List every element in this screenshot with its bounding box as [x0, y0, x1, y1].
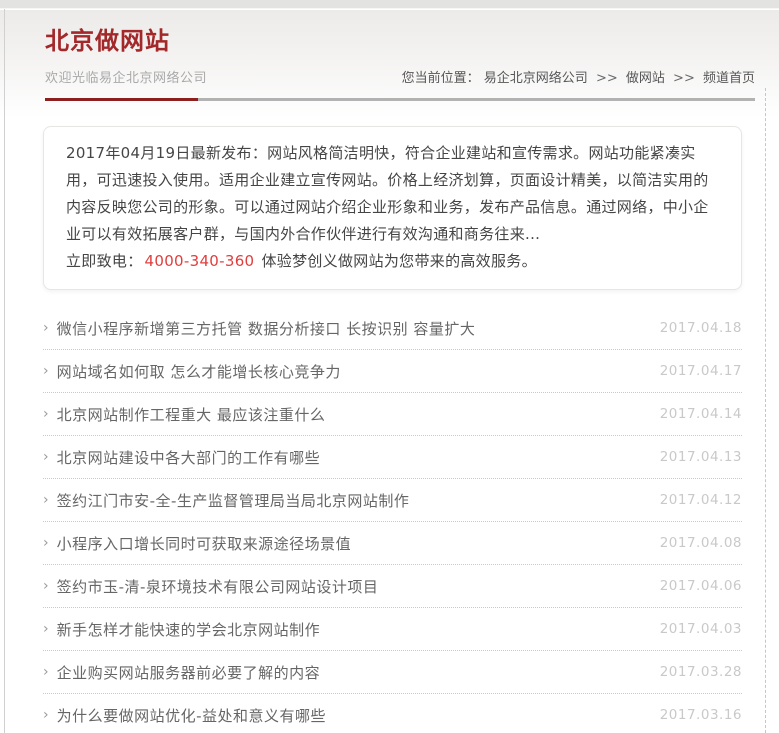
page-header: 北京做网站 欢迎光临易企北京网络公司 您当前位置： 易企北京网络公司 >> 做网…: [45, 0, 755, 101]
chevron-right-icon: ›: [43, 407, 49, 421]
article-date: 2017.04.08: [660, 535, 742, 551]
call-to-action-prefix: 立即致电：: [66, 252, 143, 270]
list-item[interactable]: › 小程序入口增长同时可获取来源途径场景值 2017.04.08: [43, 522, 742, 565]
article-date: 2017.04.06: [660, 578, 742, 594]
article-link[interactable]: 北京网站建设中各大部门的工作有哪些: [57, 447, 321, 468]
call-to-action-suffix: 体验梦创义做网站为您带来的高效服务。: [261, 252, 536, 270]
article-link[interactable]: 小程序入口增长同时可获取来源途径场景值: [57, 533, 352, 554]
list-item[interactable]: › 签约市玉-清-泉环境技术有限公司网站设计项目 2017.04.06: [43, 565, 742, 608]
breadcrumb-link-site[interactable]: 易企北京网络公司: [484, 71, 588, 86]
list-item[interactable]: › 企业购买网站服务器前必要了解的内容 2017.03.28: [43, 651, 742, 694]
content-area: 北京做网站 欢迎光临易企北京网络公司 您当前位置： 易企北京网络公司 >> 做网…: [0, 0, 779, 733]
article-link[interactable]: 网站域名如何取 怎么才能增长核心竞争力: [57, 361, 341, 382]
list-item[interactable]: › 网站域名如何取 怎么才能增长核心竞争力 2017.04.17: [43, 350, 742, 393]
breadcrumb-link-current[interactable]: 频道首页: [703, 71, 755, 86]
chevron-right-icon: ›: [43, 364, 49, 378]
article-link[interactable]: 微信小程序新增第三方托管 数据分析接口 长按识别 容量扩大: [57, 318, 476, 339]
chevron-right-icon: ›: [43, 665, 49, 679]
breadcrumb: 您当前位置： 易企北京网络公司 >> 做网站 >> 频道首页: [402, 67, 755, 86]
article-date: 2017.04.03: [660, 621, 742, 637]
breadcrumb-link-channel[interactable]: 做网站: [626, 71, 665, 86]
breadcrumb-separator: >>: [669, 71, 699, 86]
chevron-right-icon: ›: [43, 450, 49, 464]
announcement-box: 2017年04月19日最新发布：网站风格简洁明快，符合企业建站和宣传需求。网站功…: [43, 126, 742, 290]
chevron-right-icon: ›: [43, 493, 49, 507]
article-date: 2017.04.13: [660, 449, 742, 465]
article-link[interactable]: 北京网站制作工程重大 最应该注重什么: [57, 404, 326, 425]
list-item[interactable]: › 签约江门市安-全-生产监督管理局当局北京网站制作 2017.04.12: [43, 479, 742, 522]
chevron-right-icon: ›: [43, 321, 49, 335]
list-item[interactable]: › 新手怎样才能快速的学会北京网站制作 2017.04.03: [43, 608, 742, 651]
article-date: 2017.03.28: [660, 664, 742, 680]
welcome-text: 欢迎光临易企北京网络公司: [45, 67, 207, 86]
chevron-right-icon: ›: [43, 579, 49, 593]
news-list: › 微信小程序新增第三方托管 数据分析接口 长按识别 容量扩大 2017.04.1…: [43, 307, 742, 733]
article-link[interactable]: 新手怎样才能快速的学会北京网站制作: [57, 619, 321, 640]
chevron-right-icon: ›: [43, 536, 49, 550]
chevron-right-icon: ›: [43, 708, 49, 722]
article-link[interactable]: 签约江门市安-全-生产监督管理局当局北京网站制作: [57, 490, 410, 511]
article-link[interactable]: 签约市玉-清-泉环境技术有限公司网站设计项目: [57, 576, 379, 597]
page: 北京做网站 欢迎光临易企北京网络公司 您当前位置： 易企北京网络公司 >> 做网…: [0, 0, 779, 733]
title-underline-red-segment: [45, 98, 198, 101]
announcement-text: 2017年04月19日最新发布：网站风格简洁明快，符合企业建站和宣传需求。网站功…: [66, 144, 709, 243]
content-left-border: [4, 9, 5, 733]
article-date: 2017.04.14: [660, 406, 742, 422]
list-item[interactable]: › 北京网站制作工程重大 最应该注重什么 2017.04.14: [43, 393, 742, 436]
breadcrumb-separator: >>: [592, 71, 622, 86]
article-date: 2017.04.12: [660, 492, 742, 508]
list-item[interactable]: › 为什么要做网站优化-益处和意义有哪些 2017.03.16: [43, 694, 742, 733]
title-underline: [45, 98, 755, 101]
breadcrumb-label: 您当前位置：: [402, 71, 480, 86]
header-sub-row: 欢迎光临易企北京网络公司 您当前位置： 易企北京网络公司 >> 做网站 >> 频…: [45, 67, 755, 86]
article-date: 2017.03.16: [660, 707, 742, 723]
chevron-right-icon: ›: [43, 622, 49, 636]
article-date: 2017.04.18: [660, 320, 742, 336]
title-underline-gray-segment: [198, 98, 755, 101]
list-item[interactable]: › 北京网站建设中各大部门的工作有哪些 2017.04.13: [43, 436, 742, 479]
phone-number: 4000-340-360: [143, 252, 257, 270]
article-date: 2017.04.17: [660, 363, 742, 379]
article-link[interactable]: 为什么要做网站优化-益处和意义有哪些: [57, 705, 326, 726]
list-item[interactable]: › 微信小程序新增第三方托管 数据分析接口 长按识别 容量扩大 2017.04.1…: [43, 307, 742, 350]
content-right-dashed-border: [765, 88, 766, 733]
article-link[interactable]: 企业购买网站服务器前必要了解的内容: [57, 662, 321, 683]
page-title: 北京做网站: [45, 26, 755, 56]
